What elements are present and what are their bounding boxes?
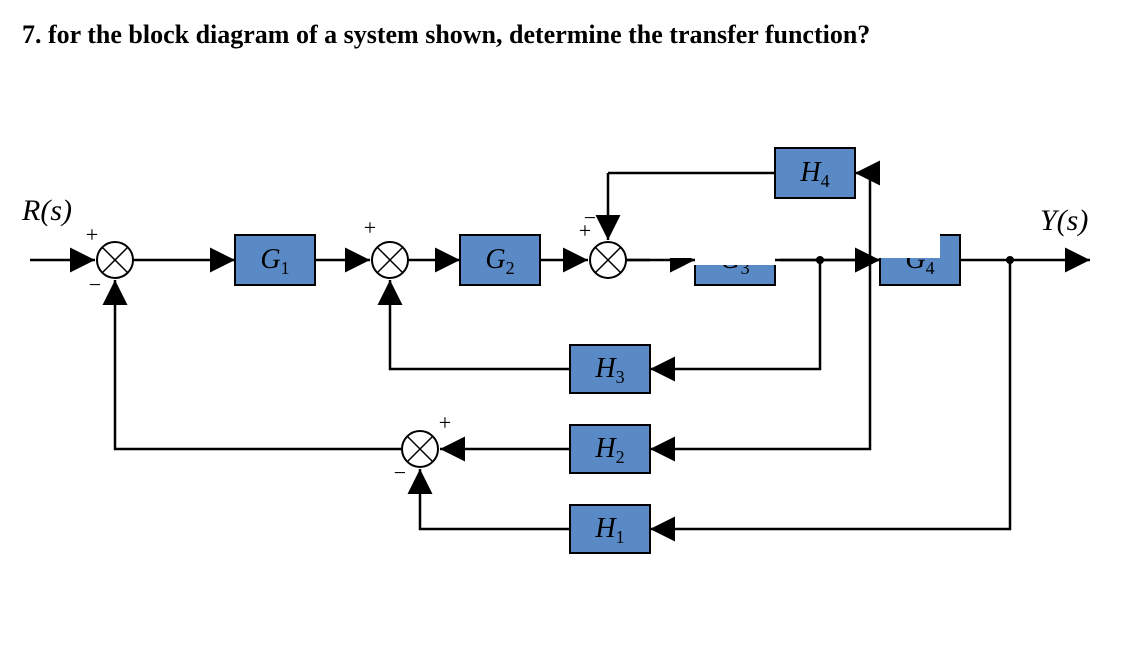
block-h1: H1 [570, 505, 650, 553]
question-text: 7. for the block diagram of a system sho… [22, 20, 870, 50]
svg-text:+: + [86, 222, 98, 247]
output-label: Y(s) [1040, 204, 1088, 237]
summing-junction-2 [372, 242, 408, 278]
svg-text:−: − [394, 460, 406, 485]
block-diagram: R(s) + − G1 + G2 [0, 80, 1125, 661]
svg-text:−: − [584, 205, 596, 230]
block-g1: G1 [235, 235, 315, 285]
svg-text:−: − [89, 272, 101, 297]
block-g2: G2 [460, 235, 540, 285]
svg-text:+: + [439, 410, 451, 435]
summing-junction-4 [402, 431, 438, 467]
block-h2: H2 [570, 425, 650, 473]
block-h3: H3 [570, 345, 650, 393]
summing-junction-1 [97, 242, 133, 278]
summing-junction-3 [590, 242, 626, 278]
input-label: R(s) [21, 194, 72, 227]
svg-text:+: + [364, 215, 376, 240]
